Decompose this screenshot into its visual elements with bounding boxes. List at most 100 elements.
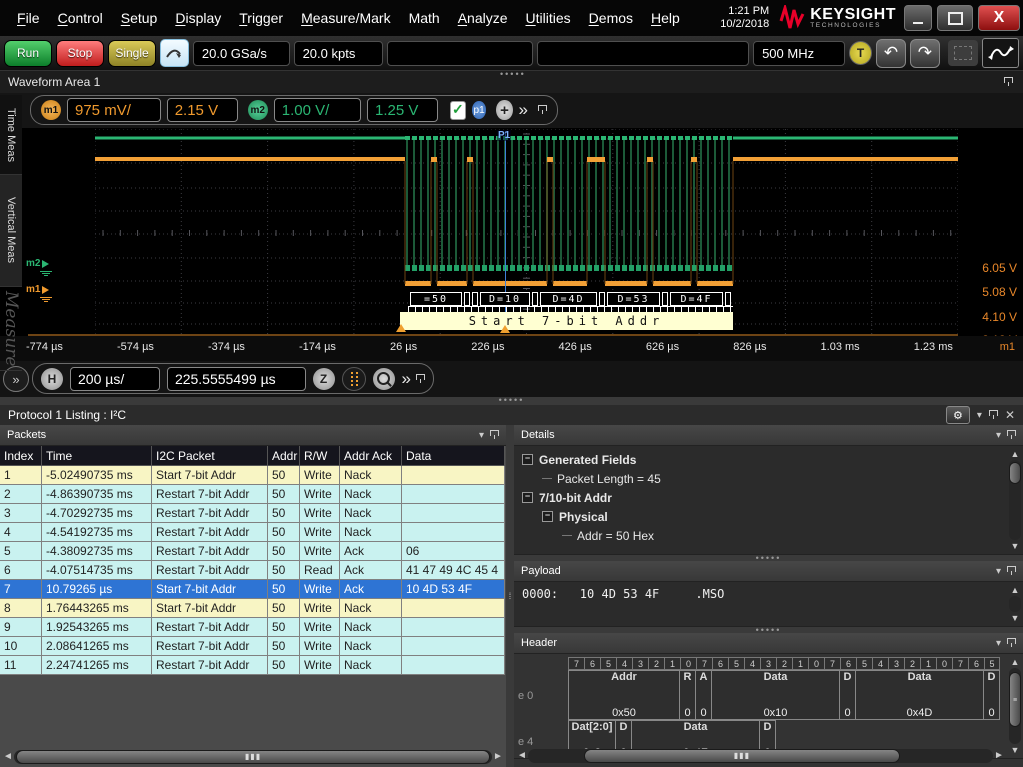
channel-2-badge[interactable]: m2 [248, 100, 268, 120]
packet-row-7[interactable]: 710.79265 µsStart 7-bit Addr50WriteAck10… [0, 580, 506, 599]
redo-button[interactable]: ↷ [910, 39, 940, 68]
bandwidth-field[interactable]: 500 MHz [753, 41, 845, 66]
touch-button[interactable] [160, 39, 189, 67]
menu-item-math[interactable]: Math [400, 7, 449, 29]
protocol-close-icon[interactable]: ✕ [1005, 408, 1015, 422]
column-header-addr-ack[interactable]: Addr Ack [340, 446, 402, 466]
tree-item-packet-length-45[interactable]: Packet Length = 45 [520, 469, 1017, 488]
minimize-button[interactable] [904, 5, 932, 31]
column-header-addr[interactable]: Addr [268, 446, 300, 466]
run-button[interactable]: Run [4, 40, 52, 67]
tree-item-7-10-bit-addr[interactable]: −7/10-bit Addr [520, 488, 1017, 507]
zoom-region-button[interactable] [948, 40, 979, 66]
packets-pin-icon[interactable] [490, 430, 499, 440]
details-vscrollbar[interactable]: ▲ ▼ [1008, 448, 1022, 552]
packet-row-10[interactable]: 102.08641265 msRestart 7-bit Addr50Write… [0, 637, 506, 656]
channel-bar-pin-icon[interactable] [538, 105, 547, 115]
menu-item-analyze[interactable]: Analyze [449, 7, 517, 29]
packets-hscrollbar[interactable]: ◄ ▮▮▮ ► [2, 748, 504, 765]
details-dropdown-icon[interactable]: ▾ [996, 430, 1001, 441]
tree-collapse-icon[interactable]: − [542, 511, 553, 522]
column-header-index[interactable]: Index [0, 446, 42, 466]
timebase-reference-button[interactable] [342, 367, 366, 391]
column-header-data[interactable]: Data [402, 446, 505, 466]
packet-row-5[interactable]: 5-4.38092735 msRestart 7-bit Addr50Write… [0, 542, 506, 561]
horizontal-more-chevron[interactable]: » [402, 369, 409, 389]
stop-button[interactable]: Stop [56, 40, 104, 67]
header-scroll-right-icon[interactable]: ► [993, 750, 1005, 761]
header-vscroll-thumb[interactable]: ≡ [1009, 672, 1021, 727]
main-splitter[interactable]: ••••• [0, 397, 1023, 405]
packet-row-9[interactable]: 91.92543265 msRestart 7-bit Addr50WriteN… [0, 618, 506, 637]
titlebar-grip-dots[interactable]: ••••• [500, 71, 526, 77]
packets-hscroll-track[interactable]: ▮▮▮ [14, 750, 492, 764]
channel-2-scale-field[interactable]: 1.00 V/ [274, 98, 361, 122]
header-hscrollbar[interactable]: ◄ ▮▮▮ ► [516, 747, 1005, 764]
packet-row-1[interactable]: 1-5.02490735 msStart 7-bit Addr50WriteNa… [0, 466, 506, 485]
menu-item-control[interactable]: Control [49, 7, 112, 29]
header-vscrollbar[interactable]: ▲ ≡ ▼ [1008, 656, 1022, 756]
menu-item-utilities[interactable]: Utilities [517, 7, 580, 29]
close-button[interactable]: X [978, 5, 1020, 31]
details-scroll-up-icon[interactable]: ▲ [1011, 448, 1020, 460]
protocol-settings-button[interactable]: ⚙ [946, 406, 970, 424]
zoom-mode-button[interactable]: Z [313, 368, 335, 390]
scroll-left-icon[interactable]: ◄ [2, 751, 14, 762]
header-scroll-down-icon[interactable]: ▼ [1011, 744, 1020, 756]
menu-item-trigger[interactable]: Trigger [230, 7, 292, 29]
details-vscroll-thumb[interactable] [1009, 462, 1021, 484]
channel-1-ground-marker[interactable]: m1 [26, 284, 49, 295]
waveform-plot[interactable]: 6.05 V5.08 V4.10 V3.13 V2.15 V1.18 V203 … [0, 128, 1023, 336]
menu-item-demos[interactable]: Demos [580, 7, 642, 29]
menu-item-help[interactable]: Help [642, 7, 689, 29]
trigger-badge[interactable]: T [849, 41, 872, 65]
menu-item-file[interactable]: File [8, 7, 49, 29]
menu-item-setup[interactable]: Setup [112, 7, 167, 29]
add-channel-button[interactable]: + [496, 100, 512, 120]
tree-collapse-icon[interactable]: − [522, 492, 533, 503]
tree-item-physical[interactable]: −Physical [520, 507, 1017, 526]
details-scroll-down-icon[interactable]: ▼ [1011, 540, 1020, 552]
payload-pin-icon[interactable] [1007, 566, 1016, 576]
column-header-i-c-packet[interactable]: I2C Packet [152, 446, 268, 466]
trigger-field-1[interactable] [387, 41, 534, 66]
probe-badge[interactable]: p1 [472, 101, 487, 119]
probe-checkbox[interactable]: ✓ [450, 101, 466, 120]
waveform-scale-button[interactable] [982, 38, 1019, 68]
column-header-r-w[interactable]: R/W [300, 446, 340, 466]
protocol-vsplitter[interactable]: ⁞ [506, 425, 514, 767]
tab-vertical-meas[interactable]: Vertical Meas [0, 175, 22, 287]
header-scroll-left-icon[interactable]: ◄ [516, 750, 528, 761]
tab-measure[interactable]: Measure [0, 287, 22, 371]
channel-1-offset-field[interactable]: 2.15 V [167, 98, 238, 122]
channel-1-badge[interactable]: m1 [41, 100, 61, 120]
tree-collapse-icon[interactable]: − [522, 454, 533, 465]
packet-row-3[interactable]: 3-4.70292735 msRestart 7-bit Addr50Write… [0, 504, 506, 523]
protocol-dropdown-icon[interactable]: ▾ [977, 410, 982, 421]
channel-2-offset-field[interactable]: 1.25 V [367, 98, 438, 122]
packet-row-11[interactable]: 112.24741265 msRestart 7-bit Addr50Write… [0, 656, 506, 675]
header-hscroll-thumb[interactable]: ▮▮▮ [584, 749, 900, 763]
payload-scroll-up-icon[interactable]: ▲ [1011, 584, 1020, 596]
header-hscroll-track[interactable]: ▮▮▮ [528, 749, 993, 763]
channel-1-scale-field[interactable]: 975 mV/ [67, 98, 161, 122]
horizontal-pin-icon[interactable] [416, 374, 425, 384]
waveform-pin-icon[interactable] [1004, 77, 1013, 87]
packet-row-2[interactable]: 2-4.86390735 msRestart 7-bit Addr50Write… [0, 485, 506, 504]
restore-button[interactable] [937, 5, 973, 31]
timebase-position-field[interactable]: 225.5555499 µs [167, 367, 306, 391]
tree-item-generated-fields[interactable]: −Generated Fields [520, 450, 1017, 469]
header-dropdown-icon[interactable]: ▾ [996, 638, 1001, 649]
memory-depth-field[interactable]: 20.0 kpts [294, 41, 383, 66]
search-button[interactable] [373, 368, 395, 390]
payload-scroll-down-icon[interactable]: ▼ [1011, 612, 1020, 624]
channel-2-ground-marker[interactable]: m2 [26, 258, 49, 269]
payload-dropdown-icon[interactable]: ▾ [996, 566, 1001, 577]
sample-rate-field[interactable]: 20.0 GSa/s [193, 41, 290, 66]
header-pin-icon[interactable] [1007, 638, 1016, 648]
header-scroll-up-icon[interactable]: ▲ [1011, 656, 1020, 668]
timebase-scale-field[interactable]: 200 µs/ [70, 367, 160, 391]
packets-dropdown-icon[interactable]: ▾ [479, 430, 484, 441]
payload-vscrollbar[interactable]: ▲ ▼ [1008, 584, 1022, 624]
more-controls-chevron[interactable]: » [519, 100, 526, 120]
